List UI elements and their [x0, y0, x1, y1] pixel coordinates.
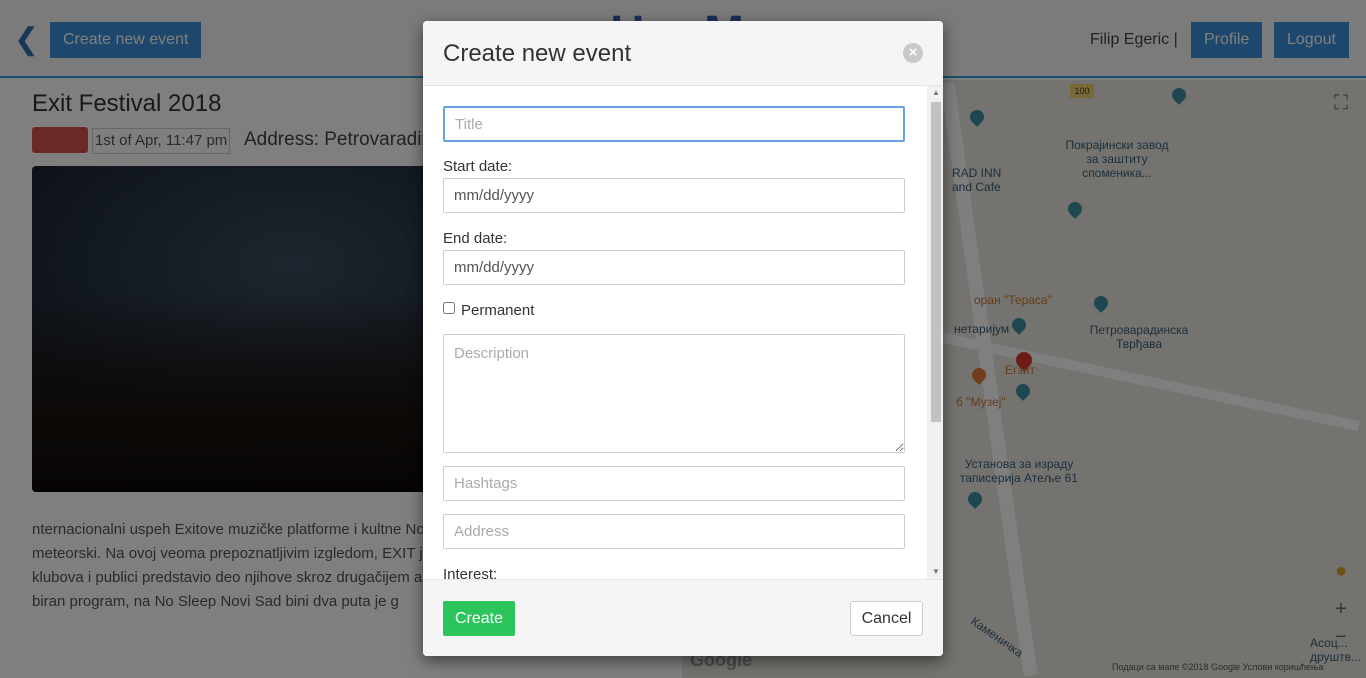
hashtags-input[interactable]: [443, 466, 905, 501]
modal-body: Start date: End date: Permanent Interest…: [423, 86, 943, 579]
end-date-input[interactable]: [443, 250, 905, 285]
close-icon[interactable]: ×: [903, 43, 923, 63]
start-date-label: Start date:: [443, 158, 513, 175]
modal-scrollbar[interactable]: ▲ ▼: [927, 86, 943, 579]
description-textarea[interactable]: [443, 334, 905, 453]
interest-label: Interest:: [443, 566, 498, 579]
modal-footer: Create Cancel: [423, 579, 943, 656]
cancel-button[interactable]: Cancel: [850, 601, 923, 636]
permanent-label: Permanent: [461, 302, 535, 319]
create-button[interactable]: Create: [443, 601, 515, 636]
end-date-label: End date:: [443, 230, 508, 247]
create-event-modal: Create new event × Start date: End date:…: [423, 21, 943, 656]
modal-title: Create new event: [443, 40, 632, 67]
scrollbar-thumb[interactable]: [931, 102, 941, 422]
title-input[interactable]: [443, 106, 905, 142]
permanent-checkbox[interactable]: [443, 302, 455, 314]
start-date-input[interactable]: [443, 178, 905, 213]
address-input[interactable]: [443, 514, 905, 549]
modal-header: Create new event ×: [423, 21, 943, 86]
scroll-down-icon[interactable]: ▼: [931, 567, 941, 577]
scroll-up-icon[interactable]: ▲: [931, 88, 941, 98]
